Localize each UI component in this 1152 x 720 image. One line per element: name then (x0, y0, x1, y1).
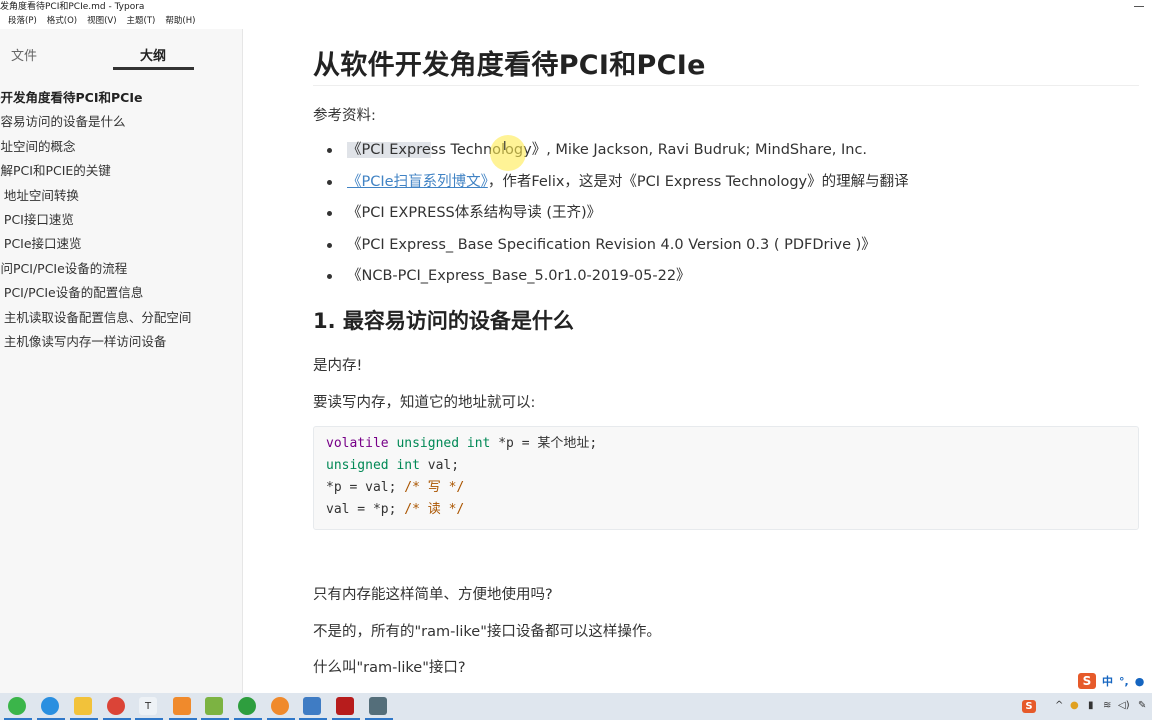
editor[interactable]: 从软件开发角度看待PCI和PCIe 参考资料: 《PCI Express Tec… (244, 29, 1152, 693)
search-tool-icon[interactable] (271, 697, 289, 715)
outline-item[interactable]: .3 PCIe接口速览 (0, 232, 242, 256)
document-title: 从软件开发角度看待PCI和PCIe (313, 50, 706, 81)
refs-label: 参考资料: (313, 108, 376, 124)
paragraph: 什么叫"ram-like"接口? (313, 660, 466, 676)
list-item: 《PCI Express_ Base Specification Revisio… (313, 232, 909, 264)
text-cursor-icon: I (503, 139, 507, 153)
chrome-icon[interactable] (107, 697, 125, 715)
heading-divider (313, 85, 1139, 86)
paragraph: 是内存! (313, 358, 363, 374)
tray-chevron-up-icon[interactable]: ^ (1055, 700, 1063, 711)
tab-outline[interactable]: 大纲 (140, 45, 166, 64)
menu-paragraph[interactable]: 段落(P) (8, 14, 37, 29)
minimize-button[interactable] (1134, 6, 1144, 7)
outline-item[interactable]: 理解PCI和PCIE的关键 (0, 159, 242, 183)
paragraph: 只有内存能这样简单、方便地使用吗? (313, 587, 553, 603)
360-icon[interactable] (238, 697, 256, 715)
file-explorer-icon[interactable] (74, 697, 92, 715)
code-line: unsigned int val; (326, 458, 460, 473)
outline-item[interactable]: 件开发角度看待PCI和PCIe (0, 86, 242, 110)
outline-item[interactable]: .1 PCI/PCIe设备的配置信息 (0, 281, 242, 305)
ime-mode-label[interactable]: 中 (1102, 673, 1113, 689)
list-item: 《PCI Express Technology》, Mike Jackson, … (313, 137, 909, 169)
ime-mic-icon[interactable]: ● (1135, 675, 1145, 688)
sidebar-tabs: 文件 大纲 (0, 29, 242, 73)
paragraph: 要读写内存，知道它的地址就可以: (313, 395, 536, 411)
slides-app-icon[interactable] (336, 697, 354, 715)
outline-list: 件开发角度看待PCI和PCIe 最容易访问的设备是什么 地址空间的概念 理解PC… (0, 86, 242, 354)
active-tab-indicator (113, 67, 194, 70)
list-item: 《PCI EXPRESS体系结构导读 (王齐)》 (313, 200, 909, 232)
menu-view[interactable]: 视图(V) (87, 14, 116, 29)
calculator-icon[interactable] (369, 697, 387, 715)
tray-pen-icon[interactable]: ✎ (1138, 700, 1146, 711)
tray-network-icon[interactable]: ≋ (1103, 700, 1111, 711)
section-heading: 1. 最容易访问的设备是什么 (313, 309, 574, 333)
tray-sogou-icon[interactable]: S (1022, 700, 1036, 713)
outline-item[interactable]: 最容易访问的设备是什么 (0, 110, 242, 134)
code-line: volatile unsigned int *p = 某个地址; (326, 436, 598, 451)
ref-link[interactable]: 《PCIe扫盲系列博文》 (347, 174, 488, 190)
tray-qq-icon[interactable]: ● (1070, 700, 1079, 711)
foxit-icon[interactable] (173, 697, 191, 715)
ime-punct-icon[interactable]: °, (1119, 675, 1129, 688)
taskbar: T (0, 693, 1152, 720)
qq-browser-icon[interactable] (41, 697, 59, 715)
code-line: val = *p; /* 读 */ (326, 502, 465, 517)
ref-text: ，作者Felix，这是对《PCI Express Technology》的理解与… (487, 173, 909, 190)
menu-format[interactable]: 格式(O) (47, 14, 77, 29)
code-block[interactable]: volatile unsigned int *p = 某个地址; unsigne… (313, 426, 1139, 530)
list-item: 《PCIe扫盲系列博文》，作者Felix，这是对《PCI Express Tec… (313, 169, 909, 201)
ime-toolbar[interactable]: S 中 °, ● (1078, 673, 1144, 689)
tray-volume-icon[interactable]: ◁) (1118, 700, 1130, 711)
tray-mic-icon[interactable]: ▮ (1088, 700, 1094, 711)
sidebar: 文件 大纲 件开发角度看待PCI和PCIe 最容易访问的设备是什么 地址空间的概… (0, 29, 243, 693)
menu-bar: 段落(P) 格式(O) 视图(V) 主题(T) 帮助(H) (0, 14, 195, 29)
outline-item[interactable]: .2 PCI接口速览 (0, 208, 242, 232)
code-line: *p = val; /* 写 */ (326, 480, 465, 495)
notepad-icon[interactable] (205, 697, 223, 715)
list-item: 《NCB-PCI_Express_Base_5.0r1.0-2019-05-22… (313, 263, 909, 295)
outline-item[interactable]: .2 主机读取设备配置信息、分配空间 (0, 306, 242, 330)
outline-item[interactable]: .1 地址空间转换 (0, 184, 242, 208)
typora-icon[interactable]: T (139, 697, 157, 715)
wechat-icon[interactable] (8, 697, 26, 715)
reference-list: 《PCI Express Technology》, Mike Jackson, … (313, 137, 909, 295)
window-titlebar: 发角度看待PCI和PCIe.md - Typora (0, 0, 1152, 14)
menu-help[interactable]: 帮助(H) (165, 14, 195, 29)
paragraph: 不是的，所有的"ram-like"接口设备都可以这样操作。 (313, 624, 661, 640)
outline-item[interactable]: 访问PCI/PCIe设备的流程 (0, 257, 242, 281)
virtualbox-icon[interactable] (303, 697, 321, 715)
tab-files[interactable]: 文件 (11, 45, 37, 64)
selected-text: 《PCI Expre (347, 142, 431, 158)
mouse-highlight (490, 135, 526, 171)
outline-item[interactable]: 地址空间的概念 (0, 135, 242, 159)
window-title: 发角度看待PCI和PCIe.md - Typora (0, 2, 145, 12)
sogou-ime-icon[interactable]: S (1078, 673, 1096, 689)
outline-item[interactable]: .3 主机像读写内存一样访问设备 (0, 330, 242, 354)
menu-theme[interactable]: 主题(T) (127, 14, 156, 29)
